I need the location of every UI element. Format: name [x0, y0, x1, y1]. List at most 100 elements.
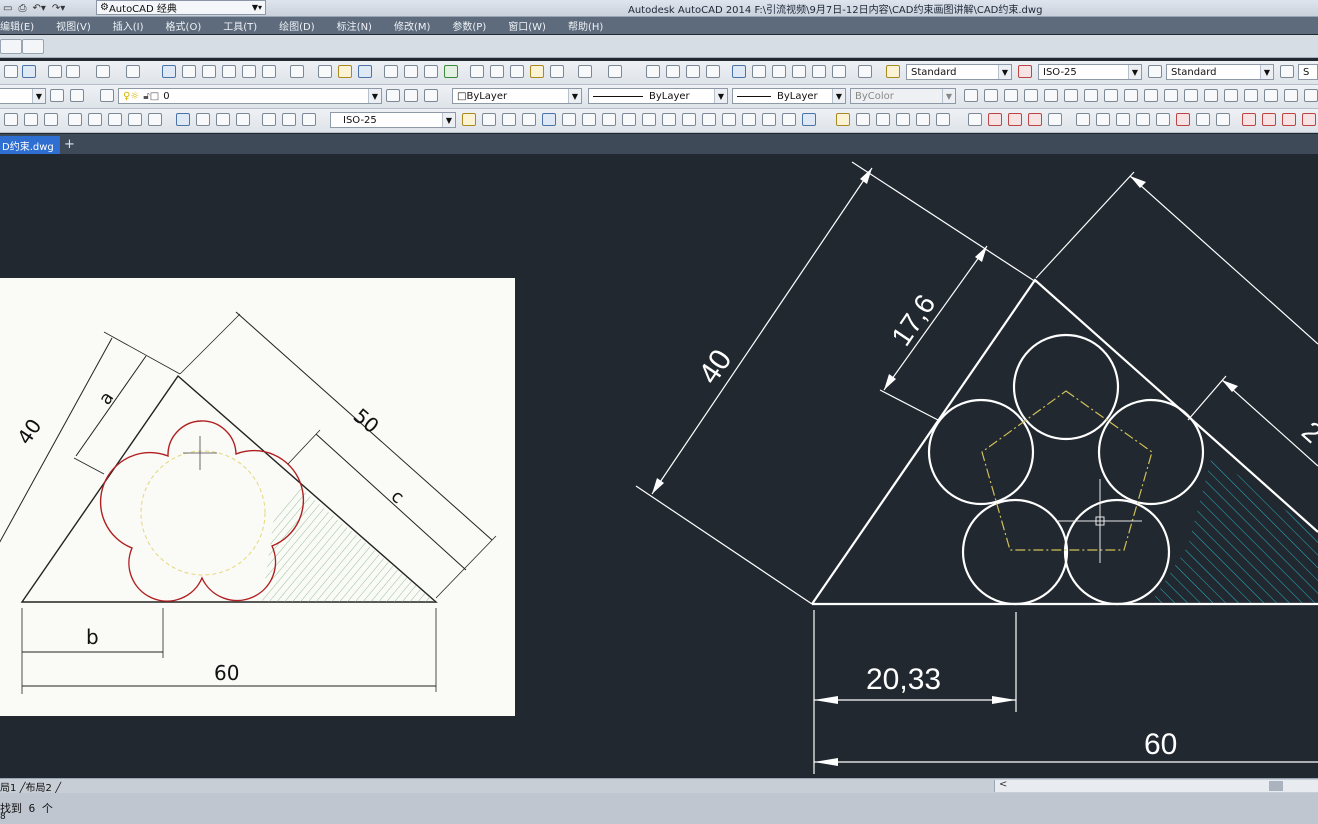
gradient-icon[interactable]: [1264, 89, 1278, 102]
trim-icon[interactable]: [642, 113, 656, 126]
menu-help[interactable]: 帮助(H): [568, 18, 603, 33]
layer-manager-icon[interactable]: [70, 89, 84, 102]
menu-format[interactable]: 格式(O): [166, 18, 202, 33]
drawing-canvas[interactable]: 40 a 50 c b 60 40 17,6 2 20,33 60: [0, 154, 1318, 778]
spline-icon[interactable]: [1124, 89, 1138, 102]
table-icon[interactable]: [1304, 89, 1318, 102]
hatch-icon[interactable]: [1244, 89, 1258, 102]
menu-dimension[interactable]: 标注(N): [337, 18, 372, 33]
command-line[interactable]: 找到 6 个 8: [0, 793, 1318, 824]
help-icon[interactable]: [290, 65, 304, 78]
copy-icon[interactable]: [490, 65, 504, 78]
menu-modify[interactable]: 修改(M): [394, 18, 430, 33]
3d-publish-icon[interactable]: [444, 65, 458, 78]
menu-window[interactable]: 窗口(W): [508, 18, 546, 33]
ellipse-arc-icon[interactable]: [1164, 89, 1178, 102]
dim-aligned-icon[interactable]: [24, 113, 38, 126]
stretch-icon[interactable]: [622, 113, 636, 126]
polygon-icon[interactable]: [1024, 89, 1038, 102]
layer-select[interactable]: ♀☼ 🔓︎□ 0 ▼: [118, 88, 382, 104]
bring-above-icon[interactable]: [896, 113, 910, 126]
table-style-select[interactable]: Standard ▼: [1166, 64, 1274, 80]
point-icon[interactable]: [1224, 89, 1238, 102]
color-select[interactable]: □ ByLayer ▼: [452, 88, 582, 104]
tab-home[interactable]: [0, 39, 22, 54]
dim-constraint-diameter-icon[interactable]: [1136, 113, 1150, 126]
dim-baseline-icon[interactable]: [196, 113, 210, 126]
zoom-realtime-icon[interactable]: [666, 65, 680, 78]
publish-dwf-icon[interactable]: [424, 65, 438, 78]
circle-icon[interactable]: [1084, 89, 1098, 102]
match-icon[interactable]: [66, 65, 80, 78]
cut-icon[interactable]: [470, 65, 484, 78]
draw-order-icon[interactable]: [836, 113, 850, 126]
preview-icon[interactable]: [404, 65, 418, 78]
toolpalette-icon[interactable]: [182, 65, 196, 78]
redo-icon-2[interactable]: [608, 65, 622, 78]
region-icon[interactable]: [1284, 89, 1298, 102]
help-icon-2[interactable]: [858, 65, 872, 78]
tool-palettes-icon[interactable]: [772, 65, 786, 78]
erase-icon[interactable]: [462, 113, 476, 126]
design-center-icon[interactable]: [752, 65, 766, 78]
new-icon[interactable]: [318, 65, 332, 78]
multileader-style-select[interactable]: S: [1298, 64, 1318, 80]
constraint-settings-icon[interactable]: [1302, 113, 1316, 126]
break-icon[interactable]: [702, 113, 716, 126]
dim-style-select[interactable]: ISO-25 ▼: [1038, 64, 1142, 80]
menu-parametric[interactable]: 参数(P): [452, 18, 486, 33]
undo-icon[interactable]: ↶▾: [32, 3, 45, 14]
function-icon[interactable]: [1216, 113, 1230, 126]
make-block-icon[interactable]: [1204, 89, 1218, 102]
fillet-icon[interactable]: [762, 113, 776, 126]
dim-radius-icon[interactable]: [88, 113, 102, 126]
chamfer-icon[interactable]: [742, 113, 756, 126]
menu-tools[interactable]: 工具(T): [223, 18, 257, 33]
offset-icon[interactable]: [522, 113, 536, 126]
zoom-window-icon[interactable]: [686, 65, 700, 78]
dim-constraint-radius-icon[interactable]: [1116, 113, 1130, 126]
layout-icon[interactable]: [262, 65, 276, 78]
parameters-manager-icon[interactable]: [1196, 113, 1210, 126]
workspace-dropdown[interactable]: ⚙ AutoCAD 经典 ▼▾: [96, 0, 266, 15]
center-mark-icon[interactable]: [282, 113, 296, 126]
quick-dim-icon[interactable]: [176, 113, 190, 126]
dim-arc-icon[interactable]: [44, 113, 58, 126]
rotate-icon[interactable]: [582, 113, 596, 126]
sheet-set-icon[interactable]: [792, 65, 806, 78]
layer-states-icon[interactable]: [50, 89, 64, 102]
open-icon[interactable]: [338, 65, 352, 78]
show-constraints-icon[interactable]: [1262, 113, 1276, 126]
geometric-constraint-icon[interactable]: [968, 113, 982, 126]
properties-icon[interactable]: [48, 65, 62, 78]
horizontal-scrollbar[interactable]: <: [994, 779, 1318, 792]
dim-style-icon[interactable]: [1018, 65, 1032, 78]
linetype-select[interactable]: ByLayer ▼: [588, 88, 728, 104]
layer-previous-icon[interactable]: [404, 89, 418, 102]
dim-angular-icon[interactable]: [148, 113, 162, 126]
tolerance-icon[interactable]: [262, 113, 276, 126]
redo-icon[interactable]: ↷▾: [52, 3, 65, 14]
paste-icon[interactable]: [510, 65, 524, 78]
undo-icon[interactable]: [96, 65, 110, 78]
ellipse-icon[interactable]: [1144, 89, 1158, 102]
text-style-icon[interactable]: [886, 65, 900, 78]
menu-edit[interactable]: 编辑(E): [0, 18, 34, 33]
print-icon[interactable]: [384, 65, 398, 78]
zoom-previous-icon[interactable]: [706, 65, 720, 78]
polyline-icon[interactable]: [1004, 89, 1018, 102]
lineweight-select[interactable]: ByLayer ▼: [732, 88, 846, 104]
save-icon[interactable]: ▭: [3, 3, 12, 14]
rectangle-icon[interactable]: [1044, 89, 1058, 102]
properties-palette-icon[interactable]: [732, 65, 746, 78]
array-icon[interactable]: [542, 113, 556, 126]
inspection-icon[interactable]: [302, 113, 316, 126]
redo-icon[interactable]: [126, 65, 140, 78]
delete-constraints-icon[interactable]: [1176, 113, 1190, 126]
fix-icon[interactable]: [1048, 113, 1062, 126]
menu-draw[interactable]: 绘图(D): [279, 18, 315, 33]
layer-iso-icon[interactable]: [424, 89, 438, 102]
arc-icon[interactable]: [1064, 89, 1078, 102]
block-editor-icon[interactable]: [550, 65, 564, 78]
dim-constraint-aligned-icon[interactable]: [1096, 113, 1110, 126]
